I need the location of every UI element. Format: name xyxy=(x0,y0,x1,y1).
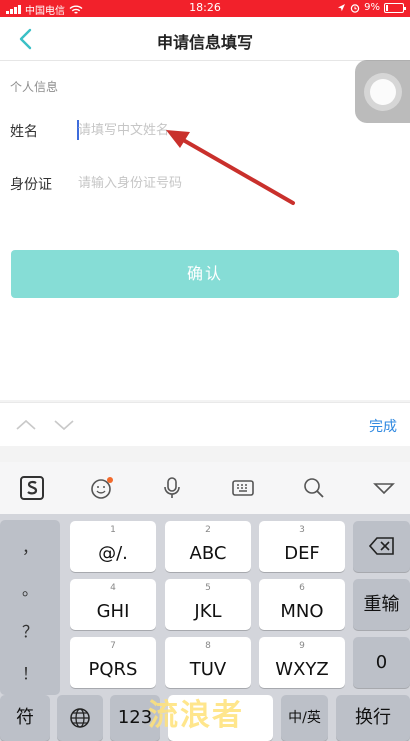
confirm-button[interactable]: 确认 xyxy=(11,250,399,298)
microphone-icon[interactable] xyxy=(158,474,186,502)
key-3-number: 3 xyxy=(299,525,305,535)
emoji-icon[interactable] xyxy=(88,474,116,502)
zero-key[interactable]: 0 xyxy=(353,637,410,688)
collapse-icon[interactable] xyxy=(370,474,398,502)
id-row: 身份证 xyxy=(0,158,410,208)
key-8-number: 8 xyxy=(205,641,211,651)
name-label: 姓名 xyxy=(10,124,38,140)
key-9-letters: WXYZ xyxy=(275,659,329,680)
key-2-number: 2 xyxy=(205,525,211,535)
battery-icon xyxy=(384,2,406,13)
name-row: 姓名 xyxy=(0,105,410,155)
key-6-number: 6 xyxy=(299,583,305,593)
key-2[interactable]: 2 ABC xyxy=(165,521,251,572)
previous-field-icon[interactable] xyxy=(15,415,37,435)
question-key[interactable]: ？ xyxy=(0,618,60,642)
status-bar: 中国电信 18:26 9% xyxy=(0,0,410,17)
key-5-number: 5 xyxy=(205,583,211,593)
key-5-letters: JKL xyxy=(194,601,222,622)
search-icon[interactable] xyxy=(300,474,328,502)
watermark-text: 流浪者 xyxy=(148,698,244,733)
retype-key[interactable]: 重输 xyxy=(353,579,410,630)
alarm-icon xyxy=(350,3,360,13)
key-6-letters: MNO xyxy=(280,601,324,622)
keyboard-accessory-bar: 完成 xyxy=(0,402,410,446)
symbol-column[interactable]: ， 。 ？ ！ xyxy=(0,520,60,695)
key-8-letters: TUV xyxy=(189,659,227,680)
key-3[interactable]: 3 DEF xyxy=(259,521,345,572)
comma-key[interactable]: ， xyxy=(0,534,60,558)
section-label: 个人信息 xyxy=(10,80,59,94)
delete-key[interactable] xyxy=(353,521,410,572)
key-4-letters: GHI xyxy=(96,601,130,622)
key-7-number: 7 xyxy=(110,641,116,651)
done-button[interactable]: 完成 xyxy=(369,416,397,436)
page-title: 申请信息填写 xyxy=(156,33,253,52)
key-1-number: 1 xyxy=(110,525,116,535)
key-7[interactable]: 7 PQRS xyxy=(70,637,156,688)
key-5[interactable]: 5 JKL xyxy=(165,579,251,630)
id-label: 身份证 xyxy=(10,177,52,193)
backspace-icon xyxy=(369,537,394,555)
keyboard-icon[interactable] xyxy=(229,474,257,502)
nav-bar: 申请信息填写 xyxy=(0,17,410,61)
location-icon xyxy=(338,4,346,12)
key-2-letters: ABC xyxy=(189,543,227,564)
language-switch-key[interactable]: 中/英 xyxy=(281,695,328,741)
status-right: 9% xyxy=(337,2,406,13)
id-number-input[interactable] xyxy=(78,168,368,198)
key-1[interactable]: 1 @/. xyxy=(70,521,156,572)
key-9-number: 9 xyxy=(299,641,305,651)
key-7-letters: PQRS xyxy=(88,659,138,680)
key-4[interactable]: 4 GHI xyxy=(70,579,156,630)
battery-percent: 9% xyxy=(364,2,380,13)
period-key[interactable]: 。 xyxy=(0,576,60,600)
name-input[interactable] xyxy=(78,115,368,145)
exclamation-key[interactable]: ！ xyxy=(0,660,60,684)
sogou-icon[interactable] xyxy=(18,474,46,502)
globe-key[interactable] xyxy=(57,695,103,741)
next-field-icon[interactable] xyxy=(53,415,75,435)
key-1-letters: @/. xyxy=(98,543,128,564)
symbol-key[interactable]: 符 xyxy=(0,695,50,741)
globe-icon xyxy=(70,708,90,728)
key-3-letters: DEF xyxy=(284,543,320,564)
application-form: 个人信息 姓名 身份证 确认 xyxy=(0,61,410,400)
key-9[interactable]: 9 WXYZ xyxy=(259,637,345,688)
key-6[interactable]: 6 MNO xyxy=(259,579,345,630)
keyboard-toolbar xyxy=(0,462,410,514)
key-8[interactable]: 8 TUV xyxy=(165,637,251,688)
return-key[interactable]: 换行 xyxy=(336,695,410,741)
assistive-touch-button[interactable] xyxy=(355,60,410,123)
key-4-number: 4 xyxy=(110,583,116,593)
